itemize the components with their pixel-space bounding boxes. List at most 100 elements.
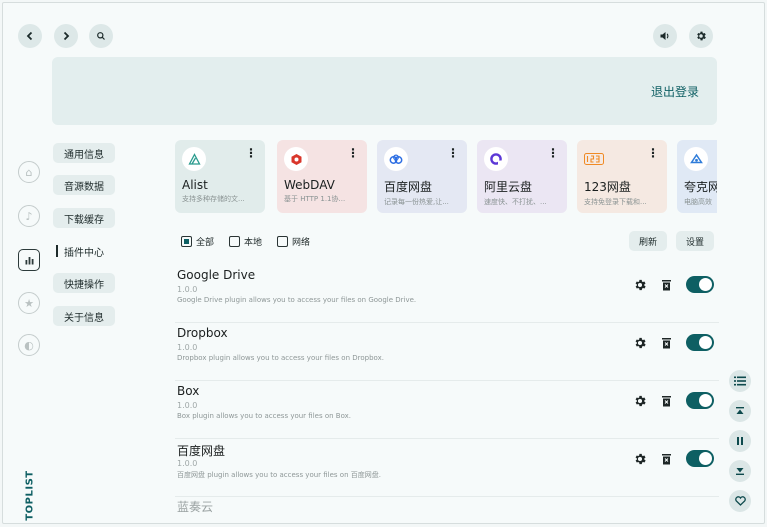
card-desc: 支持免登录下载和... [584, 198, 647, 206]
rail-home-icon[interactable]: ⌂ [18, 161, 40, 183]
plugin-version: 1.0.0 [177, 401, 198, 410]
filter-all[interactable]: 全部 [181, 235, 214, 248]
gear-icon[interactable] [633, 452, 647, 466]
more-icon[interactable]: ⋮ [245, 147, 257, 159]
plugin-desc: Dropbox plugin allows you to access your… [177, 354, 384, 362]
menu-about[interactable]: 关于信息 [53, 306, 115, 326]
menu-shortcuts[interactable]: 快捷操作 [53, 273, 115, 293]
scroll-to-top-icon [736, 407, 744, 414]
plugin-desc: Google Drive plugin allows you to access… [177, 296, 417, 304]
plugin-desc: 百度网盘 plugin allows you to access your fi… [177, 471, 381, 479]
gear-icon[interactable] [633, 278, 647, 292]
card-name: WebDAV [284, 178, 335, 192]
search-button[interactable] [89, 24, 113, 48]
rail-chart-icon[interactable] [18, 249, 40, 271]
menu-plugin-center[interactable]: 插件中心 [53, 241, 115, 261]
plugin-title: Box [177, 384, 200, 398]
plugin-row: Google Drive 1.0.0 Google Drive plugin a… [175, 265, 719, 323]
menu-source-data[interactable]: 音源数据 [53, 175, 115, 195]
plugin-row: Dropbox 1.0.0 Dropbox plugin allows you … [175, 323, 719, 381]
gear-icon[interactable] [633, 394, 647, 408]
settings-button[interactable] [689, 24, 713, 48]
gear-icon [697, 31, 706, 41]
rail-music-icon[interactable]: ♪ [18, 205, 40, 227]
baidu-icon [384, 147, 408, 171]
back-button[interactable] [18, 24, 42, 48]
card-name: 百度网盘 [384, 180, 433, 194]
alist-icon [182, 147, 206, 171]
favorite-button[interactable] [729, 490, 751, 512]
enable-toggle[interactable] [686, 450, 714, 467]
pause-button[interactable] [729, 430, 751, 452]
card-name: Alist [182, 178, 208, 192]
rail-theme-icon[interactable]: ◐ [18, 334, 40, 356]
scroll-bottom-button[interactable] [729, 460, 751, 482]
card-desc: 支持多种存储的文... [182, 195, 245, 203]
store-card-quark[interactable]: 夸克网 电脑高效 [677, 140, 717, 213]
aliyun-icon [484, 147, 508, 171]
store-card-baidu[interactable]: ⋮ 百度网盘 记录每一份热爱,让... [377, 140, 467, 213]
plugin-row: Box 1.0.0 Box plugin allows you to acces… [175, 381, 719, 439]
enable-toggle[interactable] [686, 276, 714, 293]
store-card-alist[interactable]: ⋮ Alist 支持多种存储的文... [175, 140, 265, 213]
filter-network[interactable]: 网络 [277, 235, 310, 248]
bar-chart-icon [25, 256, 33, 264]
chevron-right-icon [63, 31, 70, 41]
plugin-version: 1.0.0 [177, 459, 198, 468]
checkbox[interactable] [229, 236, 240, 247]
plugin-title: 百度网盘 [177, 444, 226, 458]
trash-icon[interactable] [661, 279, 672, 291]
card-desc: 记录每一份热爱,让... [384, 198, 449, 206]
scroll-to-bottom-icon [736, 468, 744, 475]
trash-icon[interactable] [661, 395, 672, 407]
brand-label: TOPLIST [24, 469, 36, 521]
refresh-button[interactable]: 刷新 [629, 231, 667, 251]
card-name: 夸克网 [684, 180, 717, 194]
plugin-row: 百度网盘 1.0.0 百度网盘 plugin allows you to acc… [175, 439, 719, 497]
pan123-icon [584, 147, 610, 171]
heart-icon [734, 496, 746, 506]
more-icon[interactable]: ⋮ [547, 147, 559, 159]
enable-toggle[interactable] [686, 334, 714, 351]
filter-local[interactable]: 本地 [229, 235, 262, 248]
card-desc: 基于 HTTP 1.1协... [284, 195, 346, 203]
more-icon[interactable]: ⋮ [447, 147, 459, 159]
trash-icon[interactable] [661, 453, 672, 465]
more-icon[interactable]: ⋮ [347, 147, 359, 159]
plugin-store-carousel: ⋮ Alist 支持多种存储的文... ⋮ WebDAV 基于 HTTP 1.1… [175, 140, 717, 215]
scroll-top-button[interactable] [729, 400, 751, 422]
plugin-title: Google Drive [177, 268, 256, 282]
more-icon[interactable]: ⋮ [647, 147, 659, 159]
menu-general[interactable]: 通用信息 [53, 143, 115, 163]
playlist-button[interactable] [729, 370, 751, 392]
settings-pill-button[interactable]: 设置 [676, 231, 714, 251]
card-desc: 电脑高效 [684, 198, 712, 206]
chevron-left-icon [26, 31, 33, 41]
plugin-desc: Box plugin allows you to access your fil… [177, 412, 352, 420]
store-card-webdav[interactable]: ⋮ WebDAV 基于 HTTP 1.1协... [277, 140, 367, 213]
card-name: 123网盘 [584, 180, 631, 194]
rail-star-icon[interactable]: ★ [18, 292, 40, 314]
forward-button[interactable] [54, 24, 78, 48]
plugin-version: 1.0.0 [177, 343, 198, 352]
list-icon [734, 376, 746, 386]
logout-link[interactable]: 退出登录 [651, 83, 699, 100]
pause-icon [737, 437, 743, 445]
volume-button[interactable] [653, 24, 677, 48]
webdav-icon [284, 147, 308, 171]
enable-toggle[interactable] [686, 392, 714, 409]
store-card-aliyun[interactable]: ⋮ 阿里云盘 速度快、不打扰、... [477, 140, 567, 213]
account-banner: 退出登录 [52, 57, 717, 125]
volume-icon [660, 32, 669, 40]
store-card-123pan[interactable]: ⋮ 123网盘 支持免登录下载和... [577, 140, 667, 213]
card-desc: 速度快、不打扰、... [484, 198, 547, 206]
quark-icon [684, 147, 708, 171]
trash-icon[interactable] [661, 337, 672, 349]
gear-icon[interactable] [633, 336, 647, 350]
app-window: 退出登录 ⌂ ♪ ★ ◐ TOPLIST 通用信息 音源数据 下载缓存 插件中心… [2, 2, 765, 524]
checkbox[interactable] [277, 236, 288, 247]
plugin-version: 1.0.0 [177, 285, 198, 294]
menu-download-cache[interactable]: 下载缓存 [53, 208, 115, 228]
search-icon [97, 32, 105, 40]
checkbox[interactable] [181, 236, 192, 247]
